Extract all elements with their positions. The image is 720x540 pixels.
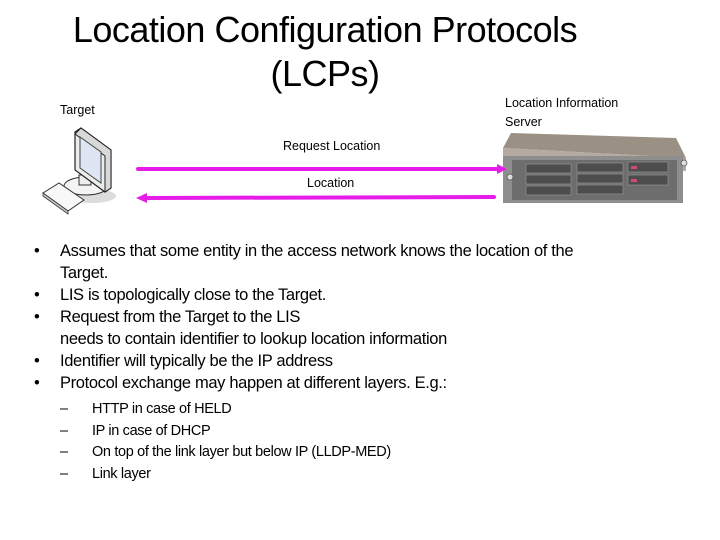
bullet-text-line-1: Protocol exchange may happen at differen… [60, 374, 447, 392]
desktop-computer-icon [42, 127, 116, 215]
bullet-list: • Assumes that some entity in the access… [0, 240, 680, 485]
bullet-item: • Identifier will typically be the IP ad… [0, 350, 680, 372]
bullet-item: • Protocol exchange may happen at differ… [0, 372, 680, 485]
sub-bullet-item: – IP in case of DHCP [60, 421, 680, 443]
bullet-marker: • [34, 308, 40, 326]
sub-bullet-text: Link layer [92, 465, 151, 482]
sub-bullet-marker: – [60, 444, 68, 460]
request-arrow [136, 164, 507, 174]
bullet-text-line-1: LIS is topologically close to the Target… [60, 286, 327, 304]
sub-bullet-marker: – [60, 401, 68, 417]
bullet-item: • Request from the Target to the LIS nee… [0, 306, 680, 350]
bullet-marker: • [34, 352, 40, 370]
sub-bullet-list: – HTTP in case of HELD – IP in case of D… [60, 399, 680, 485]
response-arrow [136, 193, 496, 203]
bullet-marker: • [34, 242, 40, 260]
sub-bullet-marker: – [60, 422, 68, 439]
rack-server-icon [503, 133, 688, 203]
bullet-marker: • [34, 286, 40, 304]
sub-bullet-item: – On top of the link layer but below IP … [60, 442, 680, 464]
bullet-item: • Assumes that some entity in the access… [0, 240, 680, 284]
sub-bullet-text: HTTP in case of HELD [92, 401, 232, 417]
bullet-text-line-1: Assumes that some entity in the access n… [60, 242, 574, 260]
bullet-text-line-2: Target. [60, 264, 108, 282]
bullet-text-line-1: Request from the Target to the LIS [60, 308, 301, 326]
bullet-text-line-2: needs to contain identifier to lookup lo… [60, 330, 447, 348]
bullet-item: • LIS is topologically close to the Targ… [0, 284, 680, 306]
sub-bullet-text: IP in case of DHCP [92, 422, 211, 439]
bullet-text-line-1: Identifier will typically be the IP addr… [60, 352, 333, 370]
sub-bullet-item: – Link layer [60, 464, 680, 486]
sub-bullet-item: – HTTP in case of HELD [60, 399, 680, 421]
sub-bullet-text: On top of the link layer but below IP (L… [92, 444, 391, 460]
bullet-marker: • [34, 374, 40, 392]
sub-bullet-marker: – [60, 465, 68, 482]
lcp-diagram [42, 127, 688, 215]
